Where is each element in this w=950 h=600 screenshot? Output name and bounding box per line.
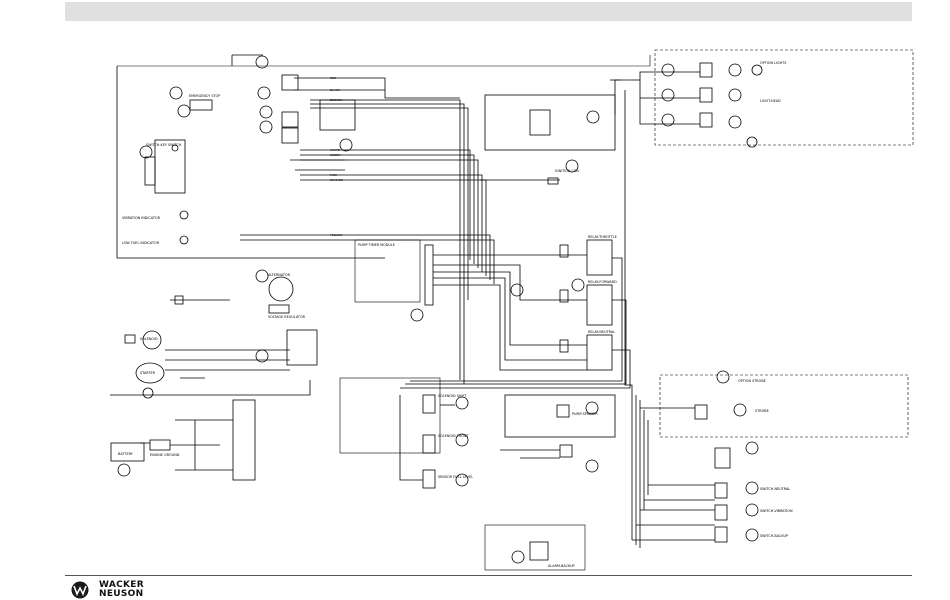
switch-vibration-label: SWITCH-VIBRATION xyxy=(760,509,793,513)
pump-sprayer-label: PUMP-SPRAYER xyxy=(572,412,598,416)
wire-label-yellow: YELLOW xyxy=(330,233,342,237)
relay-neutral-label: RELAY-NEUTRAL xyxy=(588,330,615,334)
voltage-regulator-label: VOLTAGE REGULATOR xyxy=(268,315,306,319)
sensor-fuel-label: SENSOR FUEL LEVEL xyxy=(438,475,473,479)
wire-label-black: BLACK xyxy=(330,88,341,92)
wiring-diagram: EMERGENCY STOP SWITCH-KEY SWITCH VIBRATI… xyxy=(110,49,914,571)
solenoid-front-label: SOLENOID-FRONT xyxy=(438,434,469,438)
wire-label-pink: PINK xyxy=(330,173,338,177)
wire-label-green: GREEN xyxy=(330,153,340,157)
option-strobe-label: OPTION STROBE xyxy=(738,379,766,383)
option-lights-label: OPTION LIGHTS xyxy=(760,61,786,65)
wire-label-brown: BROWN xyxy=(330,98,342,102)
alarm-backup-label: ALARM-BACKUP xyxy=(548,564,575,568)
starter-label: STARTER xyxy=(140,371,156,375)
switch-neutral-label: SWITCH-NEUTRAL xyxy=(760,487,790,491)
ignition-coil-label: IGNITION COIL xyxy=(555,169,580,173)
brand-line-2: NEUSON xyxy=(99,589,144,599)
relay-forward-label: RELAY-FORWARD xyxy=(588,280,617,284)
wacker-neuson-logo-icon xyxy=(71,581,89,599)
engine-ground-label: ENGINE GROUND xyxy=(150,453,180,457)
vibration-indicator-label: VIBRATION INDICATOR xyxy=(122,216,161,220)
wire-label-orange: ORANGE xyxy=(330,178,343,182)
emergency-stop-label: EMERGENCY STOP xyxy=(189,94,220,98)
alternator-label: ALTERNATOR xyxy=(268,273,291,277)
strobe-label: STROBE xyxy=(755,409,769,413)
footer-divider xyxy=(65,575,912,576)
light-head-label: LIGHT-HEAD xyxy=(760,99,781,103)
wire-label-red: RED xyxy=(330,76,337,80)
wire-label-white: WHITE xyxy=(330,148,340,152)
switch-key-label: SWITCH-KEY SWITCH xyxy=(146,143,182,147)
solenoid-shift-label: SOLENOID SHIFT xyxy=(438,394,467,398)
pump-timer-label: PUMP TIMER MODULE xyxy=(358,243,395,247)
relay-throttle-label: RELAY-THROTTLE xyxy=(588,235,617,239)
switch-backup-label: SWITCH-BACKUP xyxy=(760,534,788,538)
brand-logo: WACKER NEUSON xyxy=(69,581,153,599)
battery-label: BATTERY xyxy=(118,452,134,456)
solenoid-label: SOLENOID xyxy=(140,337,158,341)
low-fuel-indicator-label: LOW FUEL INDICATOR xyxy=(122,241,160,245)
